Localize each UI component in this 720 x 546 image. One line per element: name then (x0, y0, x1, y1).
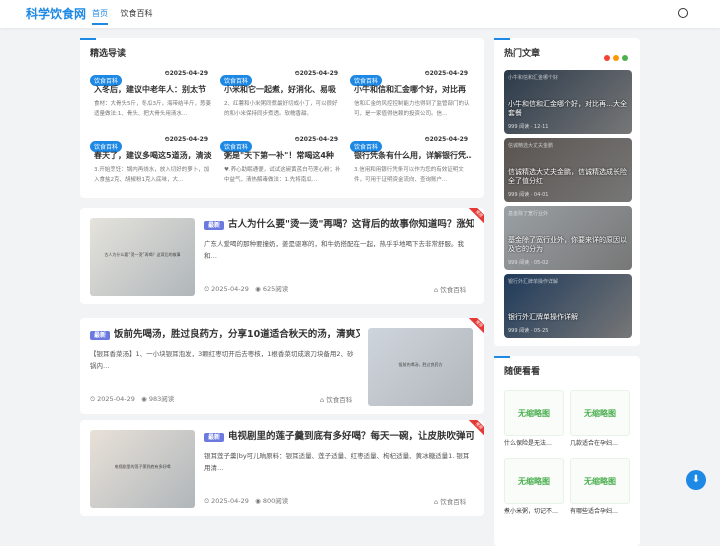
theme-toggle-icon[interactable] (678, 8, 688, 18)
featured-title: 精选导读 (79, 38, 126, 59)
hot-thumbnail-caption: 信诚精选大丈夫金鹏 (508, 143, 554, 149)
featured-item[interactable]: 饮食百科 ⏲2025-04-29 粥是"天下第一补"！常喝这4种 ♥.养心助眠通… (220, 134, 342, 194)
item-desc: 2、红薯和小米粥同煮最好切成小丁，可以很好的和小米保持同步煮透。软糯香甜。 (224, 101, 338, 117)
item-desc: 3.开始烹饪：锅内再烧水，放入切好的萝卜，加入食盐2克、胡椒粉1克入底味，大… (94, 167, 210, 183)
hot-article-item[interactable]: 信诚精选大丈夫金鹏信诚精选大丈夫金鹏，信诚精选成长险全了值分红 999 阅读 · … (504, 138, 632, 202)
thumbnail-caption: 古人为什么要“烫一烫”再喝？这背后的故事 (104, 252, 181, 257)
new-tag: 最新 (204, 221, 225, 230)
article-desc: 广东人爱喝的那种要撞奶，姜是驱寒的，和牛奶搭配在一起，热乎乎地喝下去非常舒服。我… (204, 240, 464, 260)
item-date: ⏲2025-04-29 (294, 70, 338, 77)
article-thumbnail[interactable]: 古人为什么要“烫一烫”再喝？这背后的故事 (90, 218, 195, 296)
recommend-ribbon: 推荐 (468, 318, 484, 334)
item-title[interactable]: 小米和它一起煮，好消化、易吸 (224, 84, 342, 95)
article-thumbnail[interactable]: 饭前先喝汤，胜过良药方 (368, 328, 473, 406)
article-meta: ⏲ 2025-04-29 ◉ 800阅读 (204, 497, 289, 505)
article-meta: ⏲ 2025-04-29 ◉ 625阅读 (204, 285, 289, 293)
thumbnail-caption: 饭前先喝汤，胜过良药方 (398, 362, 443, 367)
random-item-title[interactable]: 有哪些适合孕妇… (570, 506, 636, 515)
featured-item[interactable]: 饮食百科 ⏲2025-04-29 入冬后，建议中老年人：别太节 食材：大骨头5斤… (90, 68, 212, 128)
article-thumbnail[interactable]: 电视剧里的莲子羹到底有多好喝 (90, 430, 195, 508)
article-desc: 【银耳香菜汤】1、一小块银耳泡发，3颗红枣切开后去枣核，1根香菜切成滚刀块备用2… (90, 350, 354, 370)
item-title[interactable]: 银行凭条有什么用，详解银行凭… (354, 150, 472, 161)
no-thumbnail-placeholder[interactable]: 无缩略图 (570, 390, 630, 436)
dot-icon (613, 55, 619, 61)
item-date: ⏲2025-04-29 (424, 70, 468, 77)
nav-home[interactable]: 首页 (92, 9, 108, 25)
no-thumbnail-placeholder[interactable]: 无缩略图 (570, 458, 630, 504)
hot-article-item[interactable]: 银行外汇牌单操作详解 银行外汇牌单操作详解 999 阅读 · 05-25 (504, 274, 632, 338)
random-title: 随便看看 (493, 356, 540, 377)
hot-article-meta: 999 阅读 · 05-25 (508, 328, 549, 334)
no-thumbnail-placeholder[interactable]: 无缩略图 (504, 458, 564, 504)
nav-food-encyclopedia[interactable]: 饮食百科 (121, 9, 153, 18)
dot-icon (604, 55, 610, 61)
hot-articles-section: 热门文章 小牛和信和汇金哪个好小牛和信和汇金哪个好，对比再…大全套餐 999 阅读… (493, 38, 640, 346)
top-header: 科学饮食网 首页 饮食百科 (0, 0, 720, 28)
item-desc: ♥.养心助眠通便，试试这碗黄芪白芍莲心粉；补中益气，清热解毒做法：1.先将南瓜… (224, 167, 341, 183)
item-title[interactable]: 入冬后，建议中老年人：别太节 (94, 84, 212, 95)
recommend-ribbon: 推荐 (468, 208, 484, 224)
item-date: ⏲2025-04-29 (164, 136, 208, 143)
dot-icon (622, 55, 628, 61)
random-section: 随便看看 无缩略图 什么保险是无法… 无缩略图 几款适合在孕妇… 无缩略图 煮小米粥，切记… (493, 356, 640, 546)
hot-article-item[interactable]: 基金除了宽行业外基金除了宽行业外，你要来详的原因以及它的分为 999 阅读 · 0… (504, 206, 632, 270)
window-dots (601, 46, 628, 65)
hot-article-item[interactable]: 小牛和信和汇金哪个好小牛和信和汇金哪个好，对比再…大全套餐 999 阅读 · 12… (504, 70, 632, 134)
hot-article-title[interactable]: 小牛和信和汇金哪个好，对比再…大全套餐 (508, 100, 628, 118)
article-card[interactable]: 饭前先喝汤，胜过良药方 最新 饭前先喝汤，胜过良药方，分享10道适合秋天的汤，清爽… (80, 318, 484, 414)
article-title[interactable]: 最新 饭前先喝汤，胜过良药方，分享10道适合秋天的汤，清爽又… (90, 326, 360, 340)
article-category[interactable]: ⌂ 饮食百科 (434, 496, 466, 506)
article-desc: 银耳莲子羹|by可儿晌原料：银耳适量、莲子适量、红枣适量、枸杞适量、黄冰糖适量1… (204, 452, 470, 472)
item-title[interactable]: 粥是"天下第一补"！常喝这4种 (224, 150, 342, 161)
featured-grid: 饮食百科 ⏲2025-04-29 入冬后，建议中老年人：别太节 食材：大骨头5斤… (90, 68, 474, 188)
featured-item[interactable]: 饮食百科 ⏲2025-04-29 小牛和信和汇金哪个好，对比再 信和汇金的风控控… (350, 68, 472, 128)
hot-article-title[interactable]: 基金除了宽行业外，你要来详的原因以及它的分为 (508, 236, 628, 254)
hot-title: 热门文章 (493, 38, 540, 59)
no-thumbnail-placeholder[interactable]: 无缩略图 (504, 390, 564, 436)
hot-thumbnail-caption: 小牛和信和汇金哪个好 (508, 75, 559, 81)
article-category[interactable]: ⌂ 饮食百科 (320, 394, 352, 404)
item-title[interactable]: 小牛和信和汇金哪个好，对比再 (354, 84, 472, 95)
hot-thumbnail-caption: 银行外汇牌单操作详解 (508, 279, 559, 285)
item-desc: 食材：大骨头5斤，冬瓜3斤，海带结半斤，葱姜适量做法:1、骨头、把大骨头用清水… (94, 101, 212, 117)
hot-article-meta: 999 阅读 · 04-01 (508, 192, 549, 198)
item-date: ⏲2025-04-29 (424, 136, 468, 143)
article-card[interactable]: 古人为什么要“烫一烫”再喝？这背后的故事 最新 古人为什么要"烫一烫"再喝？这背后… (80, 208, 484, 304)
hot-article-title[interactable]: 信诚精选大丈夫金鹏，信诚精选成长险全了值分红 (508, 168, 628, 186)
random-item-title[interactable]: 几款适合在孕妇… (570, 438, 636, 447)
hot-article-title[interactable]: 银行外汇牌单操作详解 (508, 313, 628, 322)
article-title[interactable]: 最新 古人为什么要"烫一烫"再喝？这背后的故事你知道吗？涨知… (204, 216, 474, 230)
random-item-title[interactable]: 什么保险是无法… (504, 438, 570, 447)
featured-item[interactable]: 饮食百科 ⏲2025-04-29 春天了，建议多喝这5道汤，清淡 3.开始烹饪：… (90, 134, 212, 194)
item-title[interactable]: 春天了，建议多喝这5道汤，清淡 (94, 150, 212, 161)
article-title[interactable]: 最新 电视剧里的莲子羹到底有多好喝？每天一碗，让皮肤吹弹可破 (204, 428, 474, 442)
recommend-ribbon: 推荐 (468, 420, 484, 436)
new-tag: 最新 (204, 433, 225, 442)
thumbnail-caption: 电视剧里的莲子羹到底有多好喝 (114, 464, 171, 469)
item-desc: 3.信用和用银行凭条可以作为您的有效证明文件，可用于证明资金流向、查询账户… (354, 167, 464, 183)
random-item-title[interactable]: 煮小米粥，切记不… (504, 506, 570, 515)
hot-article-meta: 999 阅读 · 05-02 (508, 260, 549, 266)
article-category[interactable]: ⌂ 饮食百科 (434, 284, 466, 294)
item-date: ⏲2025-04-29 (294, 136, 338, 143)
featured-item[interactable]: 饮食百科 ⏲2025-04-29 银行凭条有什么用，详解银行凭… 3.信用和用银… (350, 134, 472, 194)
featured-section: 精选导读 饮食百科 ⏲2025-04-29 入冬后，建议中老年人：别太节 食材：… (79, 38, 484, 198)
item-date: ⏲2025-04-29 (164, 70, 208, 77)
new-tag: 最新 (90, 331, 111, 340)
article-card[interactable]: 电视剧里的莲子羹到底有多好喝 最新 电视剧里的莲子羹到底有多好喝？每天一碗，让皮肤… (80, 420, 484, 516)
featured-item[interactable]: 饮食百科 ⏲2025-04-29 小米和它一起煮，好消化、易吸 2、红薯和小米粥… (220, 68, 342, 128)
article-meta: ⏲ 2025-04-29 ◉ 983阅读 (90, 395, 175, 403)
hot-article-meta: 999 阅读 · 12-11 (508, 124, 549, 130)
download-icon[interactable]: ⬇ (686, 470, 706, 490)
item-desc: 信和汇金的风控控制能力也得到了监管部门的认可，是一家值得信赖的投资公司。信… (354, 101, 470, 117)
hot-thumbnail-caption: 基金除了宽行业外 (508, 211, 549, 217)
main-nav: 首页 饮食百科 (92, 8, 163, 25)
site-logo[interactable]: 科学饮食网 (26, 5, 86, 22)
